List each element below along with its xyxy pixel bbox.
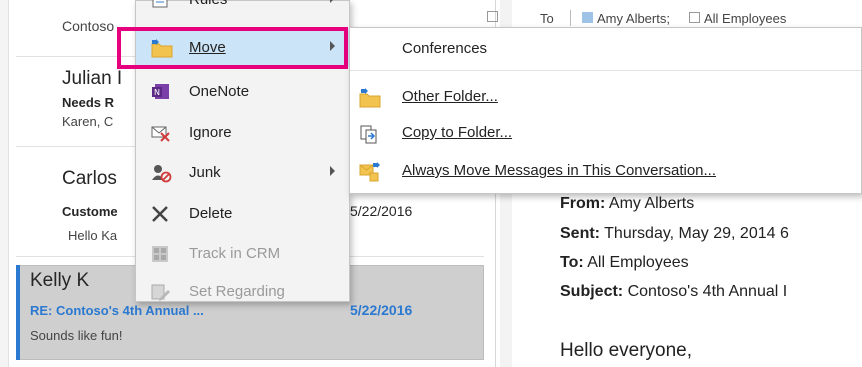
message-sender-2[interactable]: Julian I	[62, 68, 122, 90]
folder-pane-edge	[0, 0, 9, 367]
message-preview-4[interactable]: Sounds like fun!	[30, 328, 123, 343]
menu-item-label: OneNote	[189, 83, 250, 100]
to-field-label: To:	[560, 254, 584, 271]
menu-item-label: Set Regarding	[189, 283, 285, 300]
message-preview-2[interactable]: Karen, C	[62, 114, 113, 129]
message-date-4: 5/22/2016	[350, 302, 413, 318]
onenote-icon: N	[150, 82, 172, 102]
menu-item-delete[interactable]: Delete	[136, 195, 349, 233]
submenu-item-copy-to-folder[interactable]: Copy to Folder...	[350, 114, 861, 152]
svg-text:N: N	[154, 88, 160, 97]
header-to: To: All Employees	[560, 254, 689, 272]
menu-item-label: Junk	[189, 164, 221, 181]
submenu-arrow-icon	[330, 166, 335, 176]
junk-icon	[150, 163, 172, 183]
subject-label: Subject:	[560, 283, 624, 300]
menu-item-label: Rules	[189, 0, 227, 8]
menu-item-label: Delete	[189, 205, 233, 222]
message-subject-2[interactable]: Needs R	[62, 95, 114, 110]
submenu-item-label: Conferences	[402, 40, 488, 57]
header-from: From: Amy Alberts	[560, 195, 694, 213]
selection-accent-bar	[16, 265, 20, 360]
message-preview-3[interactable]: Hello Ka	[68, 228, 117, 243]
crm-icon	[150, 244, 172, 264]
submenu-item-label: Always Move Messages in This Conversatio…	[402, 162, 717, 179]
divider	[570, 10, 571, 26]
folder-move-icon	[358, 87, 382, 109]
set-regarding-icon	[150, 282, 172, 302]
always-move-icon	[358, 161, 382, 183]
message-sender-3[interactable]: Carlos	[62, 168, 117, 190]
message-sender-4[interactable]: Kelly K	[30, 270, 89, 292]
recipient-color-icon	[689, 12, 700, 23]
sent-label: Sent:	[560, 225, 600, 242]
checkbox-icon[interactable]	[487, 11, 498, 22]
submenu-arrow-icon	[330, 0, 335, 3]
submenu-item-always-move[interactable]: Always Move Messages in This Conversatio…	[350, 152, 861, 190]
message-date-3: 5/22/2016	[350, 203, 413, 219]
from-label: From:	[560, 195, 606, 212]
copy-folder-icon	[358, 123, 382, 145]
menu-item-rules[interactable]: Rules	[136, 0, 349, 19]
submenu-item-other-folder[interactable]: Other Folder...	[350, 78, 861, 116]
message-body: Hello everyone,	[560, 340, 693, 361]
menu-item-set-regarding[interactable]: Set Regarding	[136, 273, 349, 311]
delete-icon	[150, 204, 172, 224]
menu-item-label: Ignore	[189, 124, 232, 141]
menu-item-junk[interactable]: Junk	[136, 154, 349, 192]
submenu-separator	[350, 70, 861, 71]
move-submenu: Conferences Other Folder... Copy to Fold…	[349, 27, 862, 194]
menu-item-label: Track in CRM	[189, 245, 281, 262]
header-sent: Sent: Thursday, May 29, 2014 6	[560, 225, 789, 243]
menu-item-onenote[interactable]: N OneNote	[136, 73, 349, 111]
rules-icon	[150, 0, 172, 10]
menu-item-ignore[interactable]: Ignore	[136, 114, 349, 152]
ignore-icon	[150, 123, 172, 143]
message-subject-3[interactable]: Custome	[62, 204, 118, 219]
from-value[interactable]: Amy Alberts	[609, 195, 694, 212]
to-recipients-bar: To Amy Alberts; All Employees	[487, 0, 862, 30]
submenu-item-label: Other Folder...	[402, 88, 498, 105]
sent-value: Thursday, May 29, 2014 6	[604, 225, 789, 242]
header-subject: Subject: Contoso's 4th Annual I	[560, 283, 787, 301]
recipient-2[interactable]: All Employees	[704, 11, 786, 26]
menu-item-track-in-crm[interactable]: Track in CRM	[136, 235, 349, 273]
recipient-color-icon	[582, 12, 593, 23]
to-field-value[interactable]: All Employees	[587, 254, 688, 271]
recipient-1[interactable]: Amy Alberts;	[597, 11, 670, 26]
submenu-item-conferences[interactable]: Conferences	[350, 30, 861, 68]
subject-value: Contoso's 4th Annual I	[627, 283, 788, 300]
to-label: To	[540, 11, 554, 26]
message-sender-1[interactable]: Contoso	[62, 18, 114, 34]
submenu-item-label: Copy to Folder...	[402, 124, 513, 141]
move-item-callout-highlight	[117, 27, 348, 69]
